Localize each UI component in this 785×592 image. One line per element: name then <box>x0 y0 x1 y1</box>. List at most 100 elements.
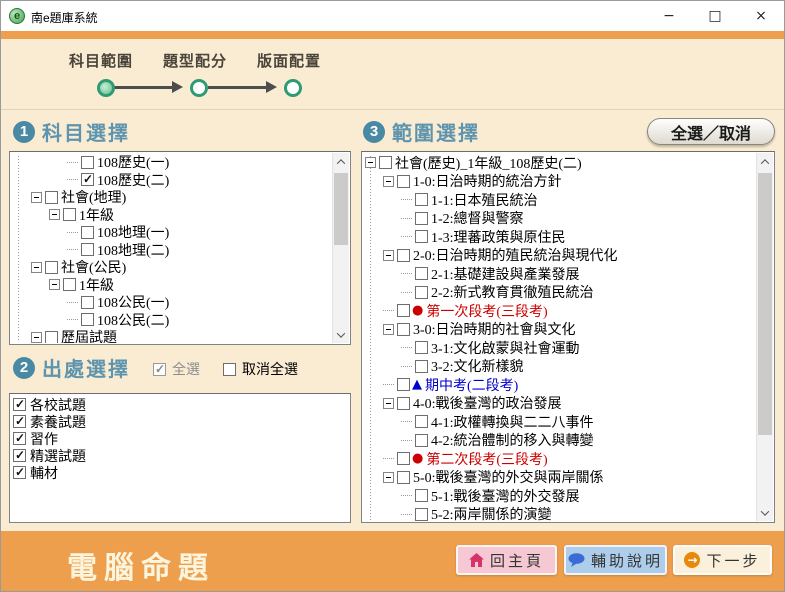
tree-node[interactable]: 2-1:基礎建設與產業發展 <box>363 264 756 283</box>
node-checkbox[interactable] <box>397 249 410 262</box>
expand-toggle-icon[interactable] <box>383 398 394 409</box>
expand-toggle-icon[interactable] <box>31 192 42 203</box>
list-item[interactable]: 輔材 <box>13 464 332 481</box>
scroll-up-button[interactable] <box>757 153 773 170</box>
help-button[interactable]: 輔助說明 <box>564 545 667 575</box>
source-checkbox[interactable] <box>13 398 26 411</box>
node-checkbox[interactable] <box>397 175 410 188</box>
list-item[interactable]: 素養試題 <box>13 413 332 430</box>
vertical-scrollbar[interactable] <box>756 153 773 521</box>
node-checkbox[interactable] <box>45 261 58 274</box>
node-checkbox[interactable] <box>81 243 94 256</box>
tree-node[interactable]: 108歷史(一) <box>11 153 332 171</box>
expand-toggle-icon[interactable] <box>49 209 60 220</box>
select-all-control[interactable]: 全選 <box>153 359 200 379</box>
node-checkbox[interactable] <box>63 278 76 291</box>
scrollbar-thumb[interactable] <box>758 173 772 435</box>
select-toggle-button[interactable]: 全選／取消 <box>647 118 775 145</box>
deselect-all-control[interactable]: 取消全選 <box>223 359 298 379</box>
node-checkbox[interactable] <box>63 208 76 221</box>
tree-node[interactable]: ●第一次段考(三段考) <box>363 301 756 320</box>
source-checkbox[interactable] <box>13 432 26 445</box>
tree-node[interactable]: 社會(歷史)_1年級_108歷史(二) <box>363 153 756 172</box>
list-item[interactable]: 精選試題 <box>13 447 332 464</box>
node-checkbox[interactable] <box>45 191 58 204</box>
node-checkbox[interactable] <box>397 304 410 317</box>
node-checkbox[interactable] <box>397 323 410 336</box>
tree-node[interactable]: 3-0:日治時期的社會與文化 <box>363 320 756 339</box>
tree-node[interactable]: 3-1:文化啟蒙與社會運動 <box>363 338 756 357</box>
tree-node[interactable]: 4-2:統治體制的移入與轉變 <box>363 431 756 450</box>
source-checkbox[interactable] <box>13 415 26 428</box>
tree-node[interactable]: ▲期中考(二段考) <box>363 375 756 394</box>
node-checkbox[interactable] <box>415 434 428 447</box>
expand-toggle-icon[interactable] <box>383 250 394 261</box>
tree-node[interactable]: 社會(公民) <box>11 258 332 276</box>
tree-node[interactable]: 1-1:日本殖民統治 <box>363 190 756 209</box>
node-checkbox[interactable] <box>81 173 94 186</box>
node-checkbox[interactable] <box>415 508 428 521</box>
node-checkbox[interactable] <box>415 193 428 206</box>
tree-node[interactable]: 1-0:日治時期的統治方針 <box>363 172 756 191</box>
tree-node[interactable]: 108地理(一) <box>11 223 332 241</box>
expand-toggle-icon[interactable] <box>383 176 394 187</box>
select-all-checkbox[interactable] <box>153 363 166 376</box>
expand-toggle-icon[interactable] <box>49 279 60 290</box>
tree-node[interactable]: 2-0:日治時期的殖民統治與現代化 <box>363 246 756 265</box>
deselect-all-checkbox[interactable] <box>223 363 236 376</box>
expand-toggle-icon[interactable] <box>383 324 394 335</box>
node-checkbox[interactable] <box>415 267 428 280</box>
tree-node[interactable]: 1-2:總督與警察 <box>363 209 756 228</box>
next-step-button[interactable]: → 下一步 <box>673 545 772 575</box>
tree-node[interactable]: 1-3:理蕃政策與原住民 <box>363 227 756 246</box>
node-checkbox[interactable] <box>415 230 428 243</box>
node-checkbox[interactable] <box>81 226 94 239</box>
node-checkbox[interactable] <box>397 397 410 410</box>
tree-node[interactable]: ●第二次段考(三段考) <box>363 449 756 468</box>
scroll-up-button[interactable] <box>333 153 349 170</box>
node-checkbox[interactable] <box>397 452 410 465</box>
node-checkbox[interactable] <box>415 286 428 299</box>
node-checkbox[interactable] <box>415 415 428 428</box>
scrollbar-thumb[interactable] <box>334 173 348 245</box>
home-button[interactable]: 回主頁 <box>456 545 557 575</box>
tree-node[interactable]: 5-2:兩岸關係的演變 <box>363 505 756 522</box>
node-checkbox[interactable] <box>397 378 410 391</box>
list-item[interactable]: 各校試題 <box>13 396 332 413</box>
node-checkbox[interactable] <box>81 156 94 169</box>
tree-node[interactable]: 108歷史(二) <box>11 171 332 189</box>
node-checkbox[interactable] <box>397 471 410 484</box>
expand-toggle-icon[interactable] <box>31 332 42 343</box>
maximize-button[interactable]: □ <box>692 1 738 31</box>
expand-toggle-icon[interactable] <box>365 157 376 168</box>
vertical-scrollbar[interactable] <box>332 153 349 343</box>
node-checkbox[interactable] <box>415 212 428 225</box>
tree-node[interactable]: 1年級 <box>11 276 332 294</box>
tree-node[interactable]: 社會(地理) <box>11 188 332 206</box>
tree-node[interactable]: 108地理(二) <box>11 241 332 259</box>
list-item[interactable]: 習作 <box>13 430 332 447</box>
node-checkbox[interactable] <box>415 341 428 354</box>
tree-node[interactable]: 3-2:文化新樣貌 <box>363 357 756 376</box>
minimize-button[interactable]: − <box>646 1 692 31</box>
tree-node[interactable]: 1年級 <box>11 206 332 224</box>
node-checkbox[interactable] <box>379 156 392 169</box>
source-checkbox[interactable] <box>13 466 26 479</box>
scroll-down-button[interactable] <box>333 326 349 343</box>
tree-node[interactable]: 4-1:政權轉換與二二八事件 <box>363 412 756 431</box>
tree-node[interactable]: 4-0:戰後臺灣的政治發展 <box>363 394 756 413</box>
tree-node[interactable]: 5-0:戰後臺灣的外交與兩岸關係 <box>363 468 756 487</box>
tree-node[interactable]: 108公民(二) <box>11 311 332 329</box>
node-checkbox[interactable] <box>81 296 94 309</box>
node-checkbox[interactable] <box>415 360 428 373</box>
node-checkbox[interactable] <box>81 313 94 326</box>
source-checkbox[interactable] <box>13 449 26 462</box>
expand-toggle-icon[interactable] <box>383 472 394 483</box>
scroll-down-button[interactable] <box>757 504 773 521</box>
close-button[interactable]: × <box>738 1 784 31</box>
tree-node[interactable]: 5-1:戰後臺灣的外交發展 <box>363 486 756 505</box>
tree-node[interactable]: 歷屆試題 <box>11 328 332 343</box>
tree-node[interactable]: 2-2:新式教育貫徹殖民統治 <box>363 283 756 302</box>
node-checkbox[interactable] <box>45 331 58 343</box>
node-checkbox[interactable] <box>415 489 428 502</box>
